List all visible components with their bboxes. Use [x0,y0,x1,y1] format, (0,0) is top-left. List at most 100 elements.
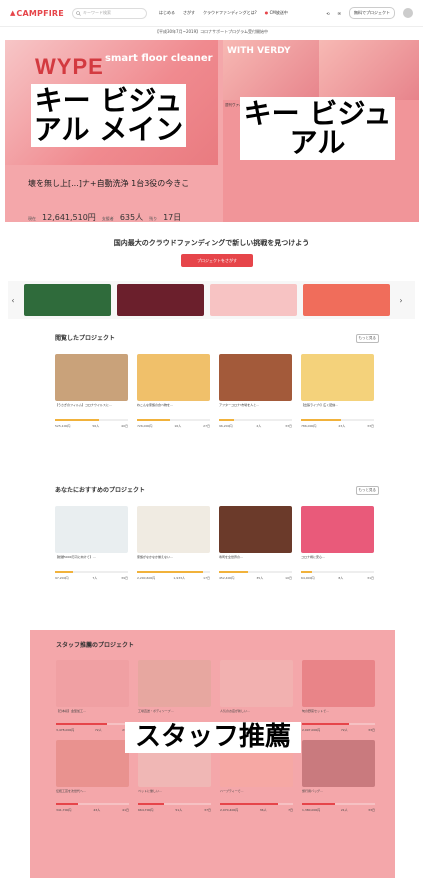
search-icon [76,10,81,16]
project-thumbnail[interactable] [219,354,292,401]
project-title[interactable]: 寿司を全世界の… [219,555,292,569]
project-title[interactable]: 【出張ライブ!】広く配信… [301,403,374,417]
site-header: ▲ CAMPFIRE キーワード検索 はじめる さがす クラウドファンディングと… [0,0,423,27]
project-supporters: 7人 [92,576,98,580]
progress-bar [302,803,375,805]
project-amount: 3,478,000円 [56,728,75,732]
project-stats: 2,097,000円 72人 33日 [302,728,375,732]
project-amount: 2,200,600円 [137,576,156,580]
project-thumbnail[interactable] [56,660,129,707]
mail-icon[interactable]: ✉ [338,11,341,16]
project-card[interactable]: 旬の野菜セットで… 2,097,000円 72人 33日 [302,660,375,732]
project-title[interactable]: ハーブティーで… [220,789,293,801]
banner-4[interactable] [303,284,390,316]
nav-search[interactable]: さがす [183,10,195,16]
notice-bar[interactable]: 【平成30年7月~2019】コロナサポートプログラム受付開始中 [0,29,423,37]
project-thumbnail[interactable] [301,354,374,401]
main-brand: WYPE [35,54,104,79]
project-title[interactable]: 旅行用バッグ… [302,789,375,801]
project-amount: 786,000円 [301,424,317,428]
project-title[interactable]: 人気のお店が新しい… [220,709,293,721]
project-days: 41日 [122,808,129,812]
banner-2[interactable] [117,284,204,316]
main-nav: はじめる さがす クラウドファンディングとは? ● CM放送中 [159,10,288,16]
project-thumbnail[interactable] [220,660,293,707]
project-amount: 525,100円 [55,424,71,428]
project-card[interactable]: 伝統工芸を次世代へ… 341,700円 43人 41日 [56,740,129,812]
project-thumbnail[interactable] [137,506,210,553]
progress-bar [219,419,292,421]
project-days: 40日 [121,424,128,428]
project-title[interactable]: 旬の野菜セットで… [302,709,375,721]
project-card[interactable]: 【うさぎのフィルム】コロナウイルスに… 525,100円 56人 40日 [55,354,128,428]
site-logo[interactable]: CAMPFIRE [16,9,64,18]
find-projects-button[interactable]: プロジェクトをさがす [181,254,253,267]
project-thumbnail[interactable] [137,354,210,401]
prev-arrow-icon[interactable]: ‹ [8,296,18,305]
project-supporters: 35人 [256,576,264,580]
start-project-button[interactable]: 無料でプロジェクト [349,7,395,19]
project-title[interactable]: 【うさぎのフィルム】コロナウイルスに… [55,403,128,417]
project-card[interactable]: 【総額5000万円に向けて】… 97,200円 7人 39日 [55,506,128,580]
project-thumbnail[interactable] [55,506,128,553]
project-title[interactable]: 工場直送・ボディソープ… [138,709,211,721]
progress-bar [137,571,210,573]
search-placeholder: キーワード検索 [82,10,111,15]
progress-bar [301,419,374,421]
nav-about[interactable]: クラウドファンディングとは? [203,10,257,16]
nav-cm[interactable]: ● CM放送中 [265,10,288,16]
project-card[interactable]: アフターコロナ!市場を人と… 96,200円 2人 33日 [219,354,292,428]
history-icon[interactable]: ⟲ [326,11,329,16]
project-card[interactable]: ねこんな家族の食べ物を… 726,000円 16人 27日 [137,354,210,428]
days-label: 残り [149,216,158,221]
project-stats: 341,700円 43人 41日 [56,808,129,812]
project-title[interactable]: 【総額5000万円に向けて】… [55,555,128,569]
project-card[interactable]: 旅行用バッグ… 1,380,000円 21人 33日 [302,740,375,812]
project-card[interactable]: コロナ禍に安心… 64,000円 8人 31日 [301,506,374,580]
banner-3[interactable] [210,284,297,316]
project-thumbnail[interactable] [302,740,375,787]
project-amount: 64,000円 [301,576,315,580]
project-supporters: 51人 [175,808,183,812]
project-thumbnail[interactable] [302,660,375,707]
project-title[interactable]: ねこんな家族の食べ物を… [137,403,210,417]
side-1-overlay: WITH VERDY [227,46,291,56]
project-title[interactable]: アフターコロナ!市場を人と… [219,403,292,417]
project-title[interactable]: 【日本初】金型加工… [56,709,129,721]
project-title[interactable]: コロナ禍に安心… [301,555,374,569]
progress-bar [138,803,211,805]
project-days: 33日 [368,728,375,732]
project-card[interactable]: 【出張ライブ!】広く配信… 786,000円 23人 33日 [301,354,374,428]
recommended-more-button[interactable]: もっと見る [355,486,379,495]
banner-carousel: ‹ › [8,281,415,319]
viewed-more-button[interactable]: もっと見る [355,334,379,343]
project-thumbnail[interactable] [55,354,128,401]
project-amount: 2,097,000円 [302,728,321,732]
project-card[interactable]: 【日本初】金型加工… 3,478,000円 72人 23日 [56,660,129,732]
project-days: 33日 [368,808,375,812]
project-thumbnail[interactable] [138,660,211,707]
project-title[interactable]: 家族がなかなか揃えない… [137,555,210,569]
staff-section-title: スタッフ推薦のプロジェクト [56,642,135,649]
viewed-section-title: 閲覧したプロジェクト [55,335,116,342]
project-thumbnail[interactable] [219,506,292,553]
progress-bar [55,571,128,573]
next-arrow-icon[interactable]: › [396,296,406,305]
search-input[interactable]: キーワード検索 [71,7,147,19]
project-thumbnail[interactable] [56,740,129,787]
project-title[interactable]: 伝統工芸を次世代へ… [56,789,129,801]
project-card[interactable]: 家族がなかなか揃えない… 2,200,600円 1,933人 17日 [137,506,210,580]
project-stats: 1,380,000円 21人 33日 [302,808,375,812]
project-thumbnail[interactable] [301,506,374,553]
project-card[interactable]: 寿司を全世界の… 452,400円 35人 10日 [219,506,292,580]
main-brand-sub: smart floor cleaner [105,53,213,64]
project-days: 7日 [288,808,293,812]
nav-start[interactable]: はじめる [159,10,175,16]
banner-1[interactable] [24,284,111,316]
project-supporters: 2人 [256,424,262,428]
project-stats: 726,000円 16人 27日 [137,424,210,428]
main-project-title[interactable]: 壊を無し上[...]ナ+自動洗浄 1台3役の今きこ [28,178,189,189]
avatar[interactable] [403,8,413,18]
project-title[interactable]: ペットに優しい… [138,789,211,801]
progress-bar [56,803,129,805]
